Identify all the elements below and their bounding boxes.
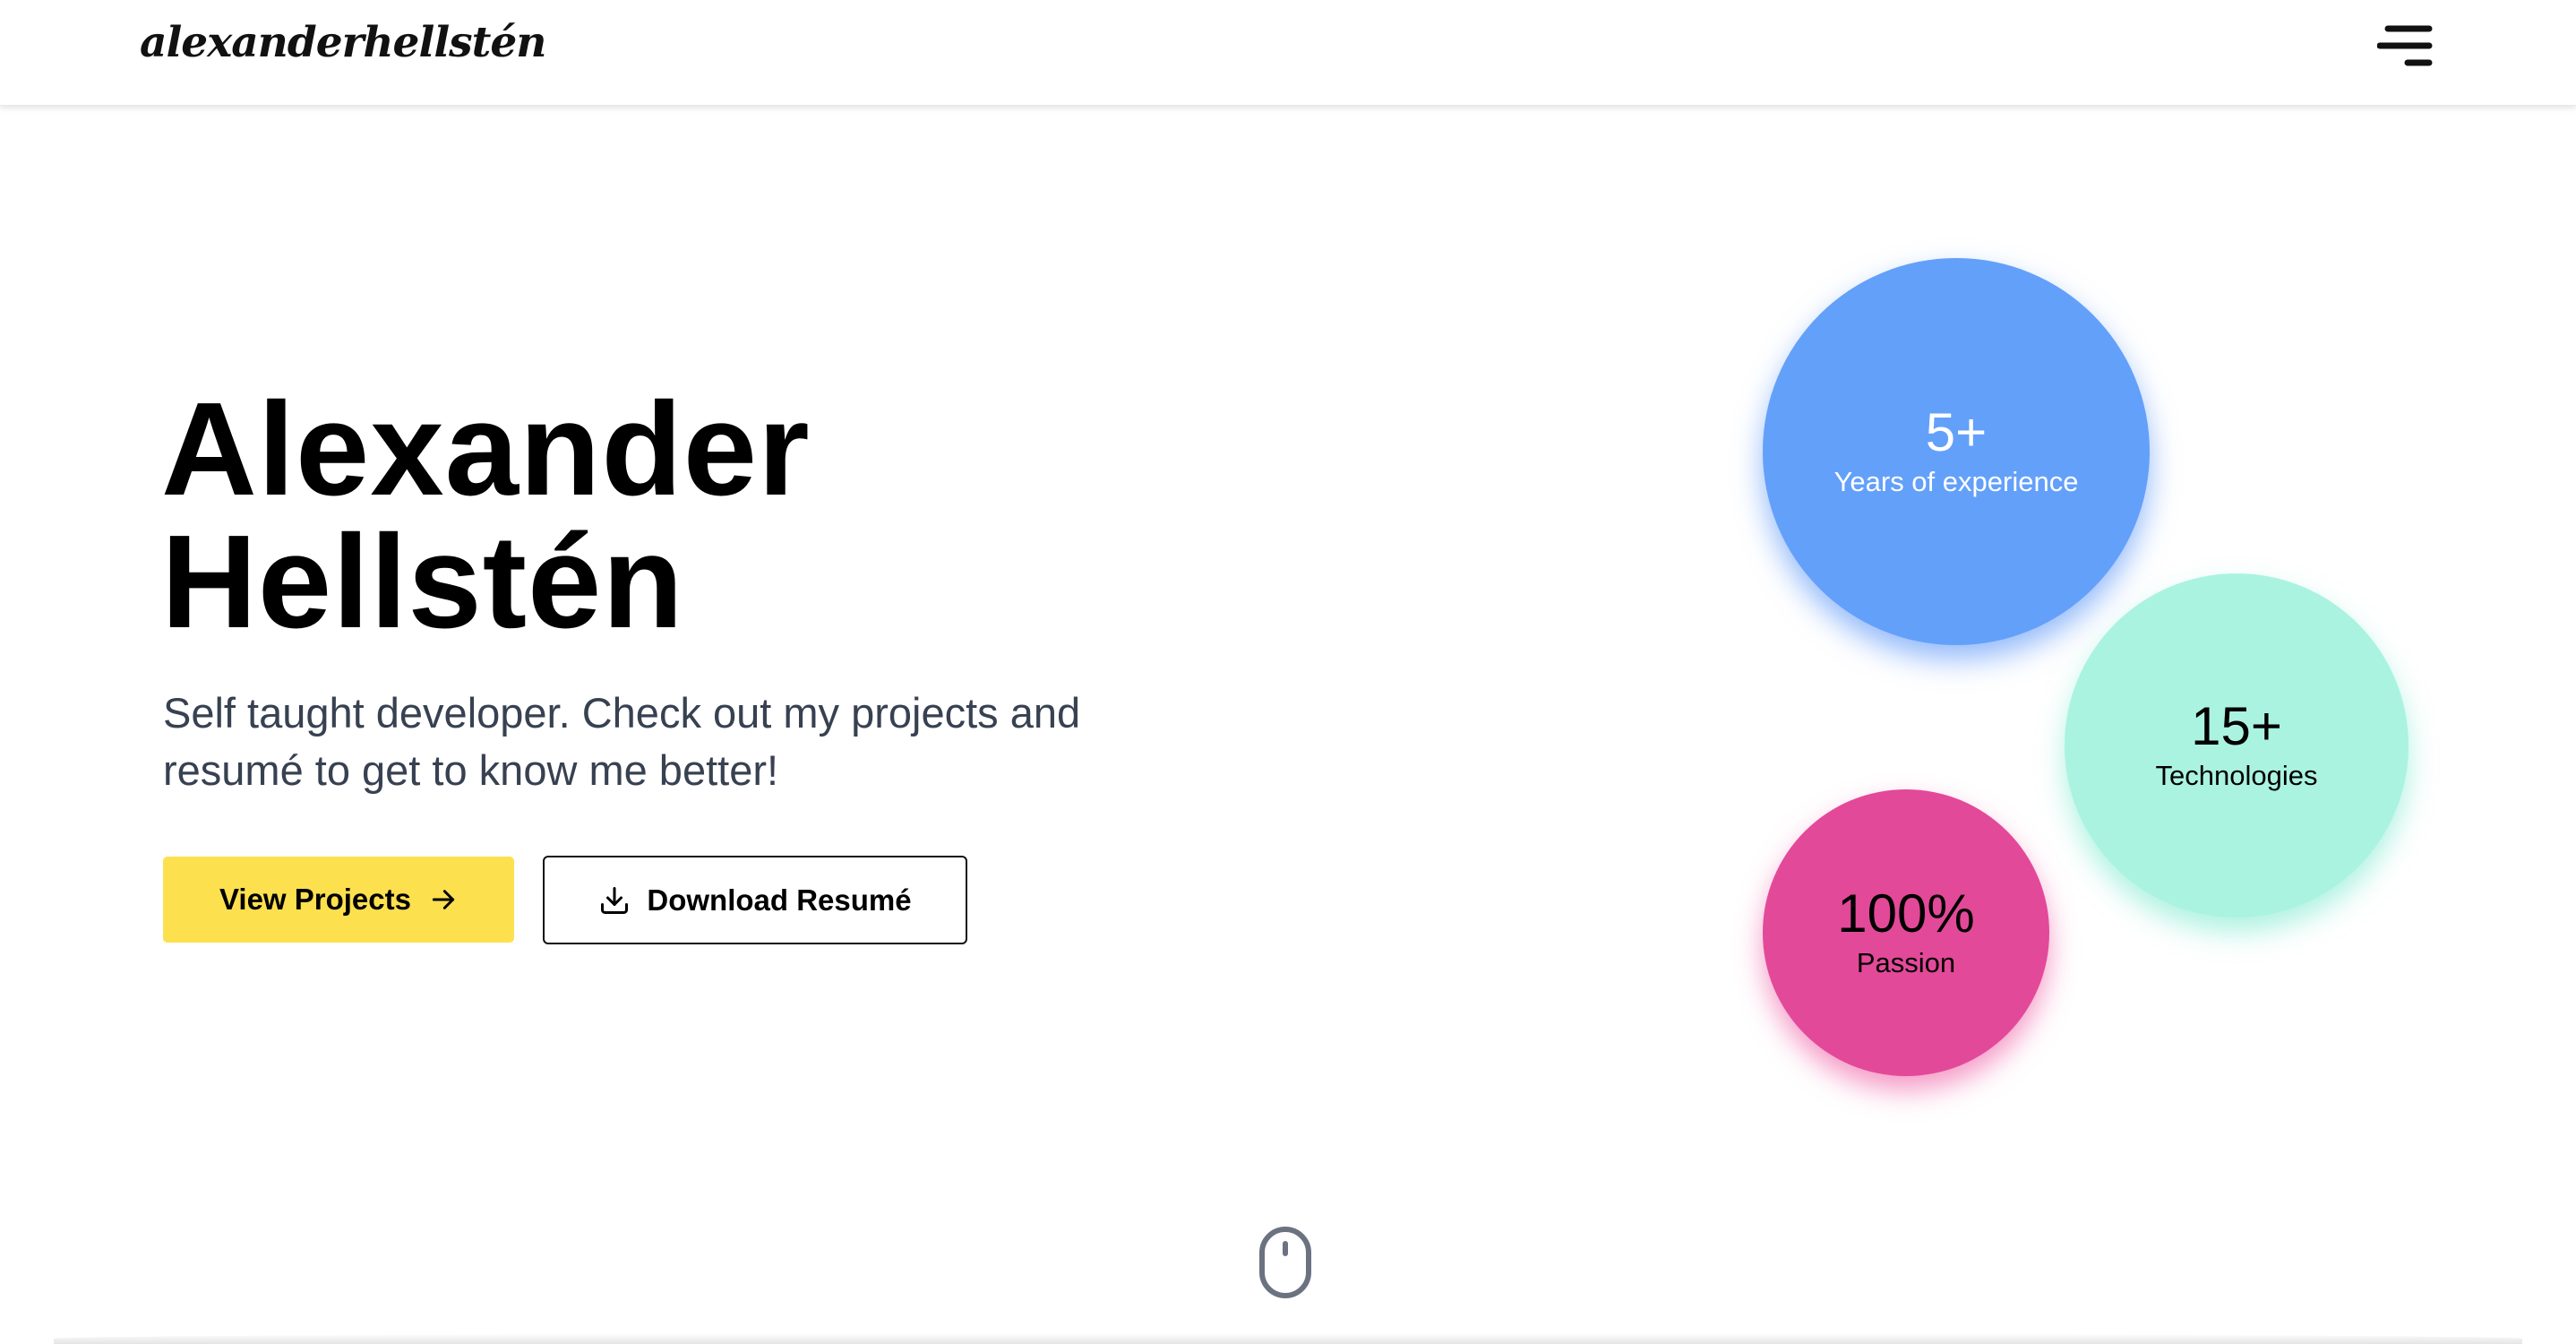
view-projects-label: View Projects [219, 883, 411, 916]
view-projects-button[interactable]: View Projects [163, 857, 514, 943]
hamburger-menu-icon [2376, 25, 2433, 66]
download-resume-label: Download Resumé [647, 883, 912, 917]
site-logo[interactable]: alexanderhellstén [140, 18, 546, 67]
section-divider-shadow [54, 1333, 2522, 1344]
site-header: alexanderhellstén [0, 0, 2576, 106]
stat-circle-passion: 100% Passion [1763, 789, 2049, 1076]
stat-label: Passion [1856, 947, 1956, 978]
stat-value: 100% [1837, 883, 1975, 943]
stat-label: Years of experience [1833, 466, 2079, 497]
menu-button[interactable] [2376, 23, 2434, 72]
stat-circle-technologies: 15+ Technologies [2065, 573, 2409, 918]
hero-section: Alexander Hellstén Self taught developer… [0, 106, 2576, 1344]
stat-value: 5+ [1925, 402, 1988, 462]
scroll-down-indicator[interactable] [1258, 1226, 1313, 1299]
arrow-right-icon [432, 890, 455, 909]
hero-title: Alexander Hellstén [161, 383, 811, 649]
hero-title-line1: Alexander [161, 375, 811, 523]
stat-label: Technologies [2155, 760, 2318, 791]
stat-value: 15+ [2191, 696, 2282, 756]
download-resume-button[interactable]: Download Resumé [543, 856, 967, 944]
hero-title-line2: Hellstén [161, 508, 684, 656]
hero-description: Self taught developer. Check out my proj… [163, 689, 1081, 794]
download-icon [601, 886, 629, 914]
mouse-scroll-icon [1259, 1227, 1311, 1298]
stat-circle-experience: 5+ Years of experience [1763, 258, 2150, 645]
